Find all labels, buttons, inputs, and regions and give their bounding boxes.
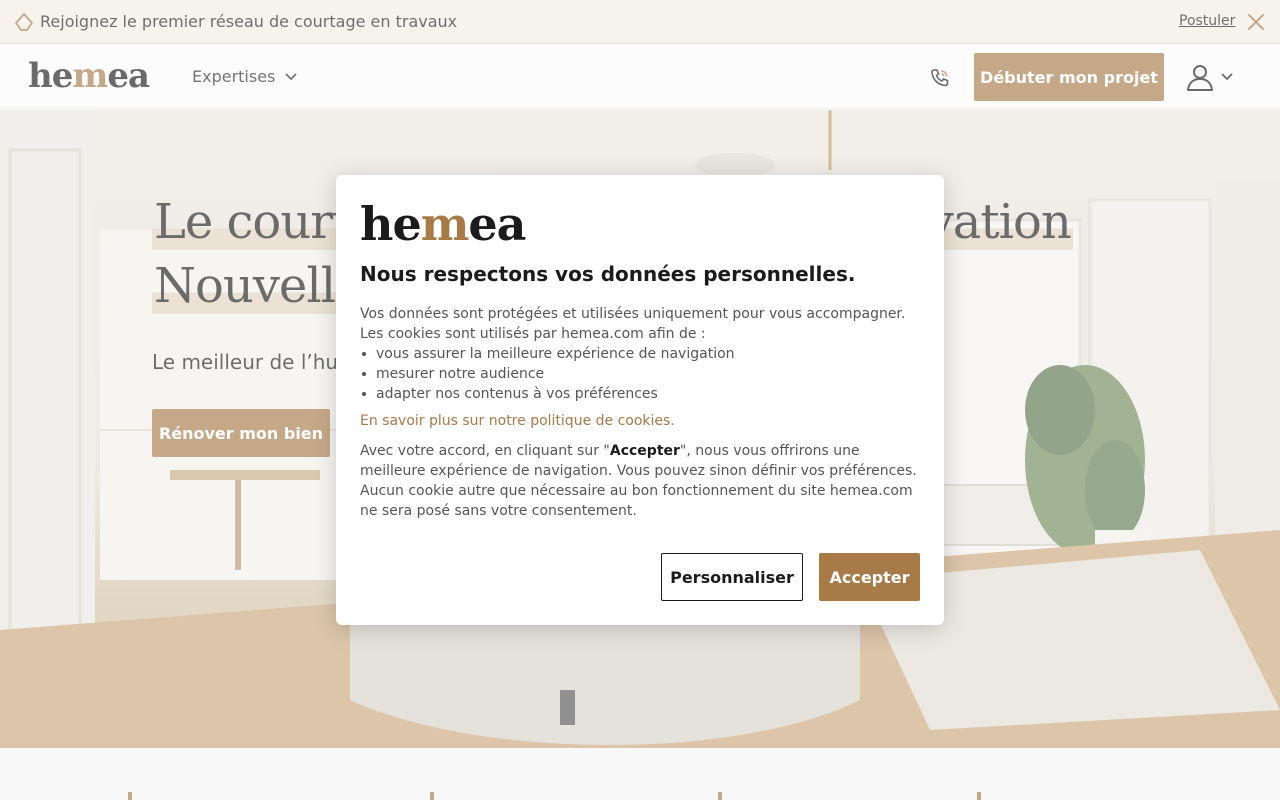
modal-intro: Vos données sont protégées et utilisées … — [360, 306, 906, 342]
cookie-consent-modal: hemea Nous respectons vos données person… — [336, 175, 944, 625]
modal-title: Nous respectons vos données personnelles… — [360, 262, 856, 286]
list-item: adapter nos contenus à vos préférences — [360, 384, 922, 404]
cookie-purposes-list: vous assurer la meilleure expérience de … — [360, 344, 922, 404]
accept-button[interactable]: Accepter — [819, 553, 920, 601]
hemea-logo: hemea — [360, 197, 526, 251]
list-item: mesurer notre audience — [360, 364, 922, 384]
cookie-policy-link[interactable]: En savoir plus sur notre politique de co… — [360, 413, 675, 429]
modal-consent-text: Avec votre accord, en cliquant sur "Acce… — [360, 443, 917, 519]
list-item: vous assurer la meilleure expérience de … — [360, 344, 922, 364]
personalize-button[interactable]: Personnaliser — [661, 553, 803, 601]
